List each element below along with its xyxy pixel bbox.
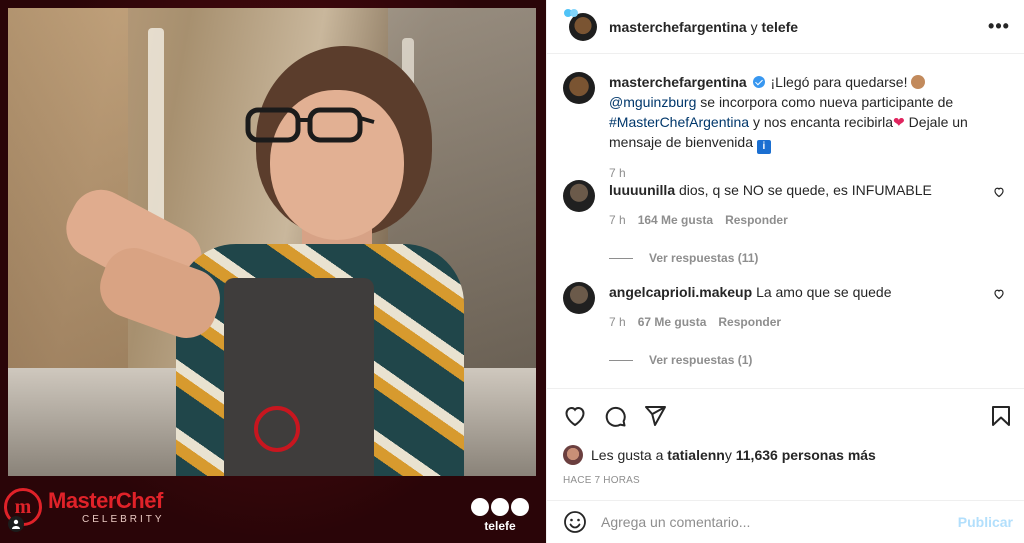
likes-count[interactable]: 11,636 personas más bbox=[736, 447, 876, 463]
caption-avatar[interactable] bbox=[563, 72, 595, 104]
liker-avatar[interactable] bbox=[563, 445, 583, 465]
brand-subtitle: CELEBRITY bbox=[82, 513, 165, 525]
more-horizontal-icon[interactable]: ••• bbox=[987, 14, 1011, 38]
post-header: masterchefargentina y telefe ••• bbox=[547, 0, 1024, 54]
comment-avatar[interactable] bbox=[563, 180, 595, 212]
hashtag-link[interactable]: #MasterChefArgentina bbox=[609, 114, 749, 130]
comment-item: angelcaprioli.makeup La amo que se quede… bbox=[563, 282, 1013, 370]
view-replies-button[interactable]: Ver respuestas (11) bbox=[609, 248, 1013, 268]
post-details: masterchefargentina y telefe ••• masterc… bbox=[546, 0, 1024, 543]
comment-time[interactable]: 7 h bbox=[609, 312, 626, 332]
comment-time[interactable]: 7 h bbox=[609, 210, 626, 230]
author-username[interactable]: masterchefargentina bbox=[609, 19, 747, 35]
posted-time[interactable]: HACE 7 HORAS bbox=[563, 475, 640, 486]
network-name: telefe bbox=[484, 519, 516, 533]
comment-avatar[interactable] bbox=[563, 282, 595, 314]
action-bar bbox=[563, 401, 1013, 431]
comment-composer: Publicar bbox=[547, 500, 1024, 543]
heart-icon[interactable] bbox=[563, 404, 587, 428]
emoji-icon[interactable] bbox=[563, 510, 587, 534]
info-emoji-icon: i bbox=[756, 140, 771, 154]
comment-like-heart-icon[interactable] bbox=[993, 186, 1005, 198]
caption-text-2: se incorpora como nueva participante de bbox=[696, 94, 954, 110]
view-replies-button[interactable]: Ver respuestas (1) bbox=[609, 350, 1013, 370]
collab-username[interactable]: telefe bbox=[762, 19, 799, 35]
masterchef-celebrity-logo: m MasterChef CELEBRITY bbox=[4, 488, 165, 526]
comment-username[interactable]: luuuunilla bbox=[609, 182, 675, 198]
share-icon[interactable] bbox=[643, 404, 667, 428]
comment-text: dios, q se NO se quede, es INFUMABLE bbox=[679, 182, 932, 198]
reply-button[interactable]: Responder bbox=[725, 210, 788, 230]
likes-summary: Les gusta a tatialenn y 11,636 personas … bbox=[563, 445, 876, 465]
caption-text-3: y nos encanta recibirla bbox=[749, 114, 894, 130]
mention-link[interactable]: @mguinzburg bbox=[609, 94, 696, 110]
comment-likes[interactable]: 164 Me gusta bbox=[638, 210, 713, 230]
telefe-logo: telefe bbox=[471, 498, 529, 533]
verified-badge-icon bbox=[752, 76, 765, 88]
red-heart-emoji-icon: ❤ bbox=[893, 114, 905, 130]
comment-username[interactable]: angelcaprioli.makeup bbox=[609, 284, 752, 300]
brand-title: MasterChef bbox=[48, 487, 163, 513]
author-joiner: y bbox=[746, 18, 762, 35]
post-caption: masterchefargentina ¡Llegó para quedarse… bbox=[563, 72, 1013, 180]
comment-item: luuuunilla dios, q se NO se quede, es IN… bbox=[563, 180, 1013, 268]
user-tag-icon[interactable] bbox=[8, 516, 24, 532]
publish-button[interactable]: Publicar bbox=[958, 514, 1013, 530]
story-ring-icon bbox=[564, 8, 578, 17]
view-replies-label: Ver respuestas (11) bbox=[649, 251, 759, 265]
liker-username[interactable]: tatialenn bbox=[667, 447, 725, 463]
instagram-post: m MasterChef CELEBRITY telefe masterchef… bbox=[0, 0, 1024, 543]
comment-text: La amo que se quede bbox=[756, 284, 892, 300]
post-media[interactable]: m MasterChef CELEBRITY telefe bbox=[0, 0, 546, 543]
post-actions-area: Les gusta a tatialenn y 11,636 personas … bbox=[547, 388, 1024, 500]
caption-text-1: ¡Llegó para quedarse! bbox=[766, 74, 912, 90]
reply-button[interactable]: Responder bbox=[718, 312, 781, 332]
comment-like-heart-icon[interactable] bbox=[993, 288, 1005, 300]
likes-middle: y bbox=[724, 447, 732, 463]
caption-username[interactable]: masterchefargentina bbox=[609, 74, 747, 90]
caption-time[interactable]: 7 h bbox=[609, 166, 1013, 180]
view-replies-label: Ver respuestas (1) bbox=[649, 353, 753, 367]
comment-likes[interactable]: 67 Me gusta bbox=[638, 312, 707, 332]
comment-input[interactable] bbox=[601, 514, 951, 530]
bookmark-icon[interactable] bbox=[989, 404, 1013, 428]
post-photo bbox=[8, 8, 536, 476]
comments-section[interactable]: masterchefargentina ¡Llegó para quedarse… bbox=[547, 54, 1024, 388]
comment-icon[interactable] bbox=[603, 404, 627, 428]
waving-hand-emoji-icon bbox=[911, 75, 926, 89]
caption-text: masterchefargentina ¡Llegó para quedarse… bbox=[609, 72, 1013, 154]
author-avatar[interactable] bbox=[564, 8, 597, 41]
likes-prefix: Les gusta a bbox=[591, 447, 664, 463]
post-authors: masterchefargentina y telefe bbox=[609, 19, 798, 35]
